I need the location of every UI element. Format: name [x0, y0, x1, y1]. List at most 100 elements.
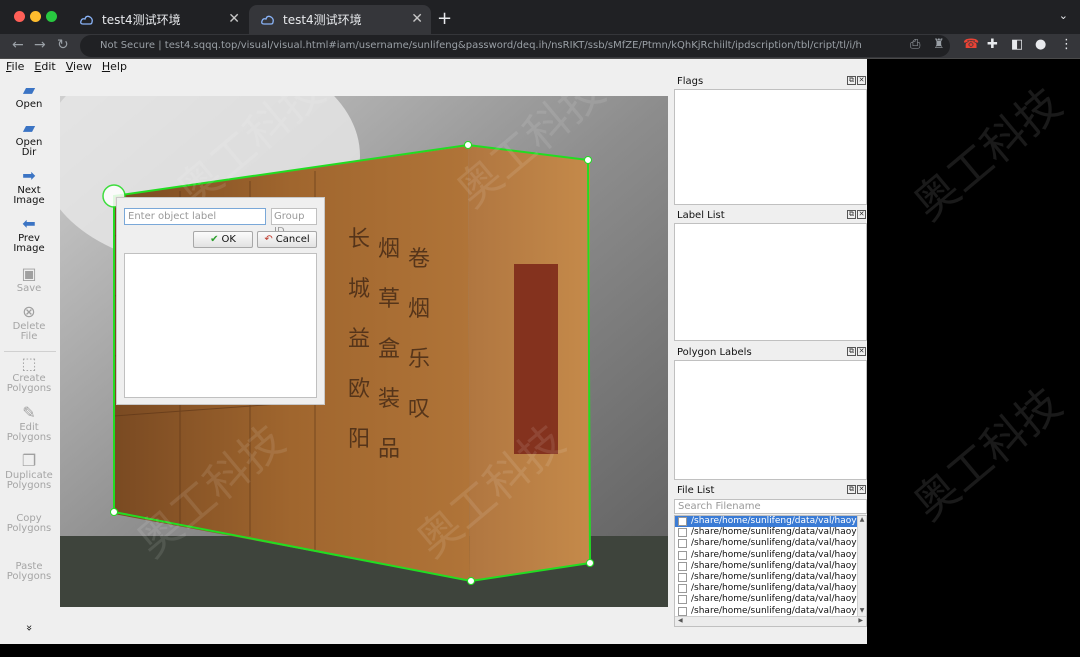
- horizontal-scrollbar[interactable]: ◀ ▶: [675, 616, 866, 626]
- file-list-widget[interactable]: /share/home/sunlifeng/data/val/haoy /sha…: [674, 515, 867, 627]
- checkbox[interactable]: [678, 606, 687, 616]
- checkbox[interactable]: [678, 595, 687, 605]
- float-icon[interactable]: ⧉: [847, 485, 856, 494]
- float-icon[interactable]: ⧉: [847, 210, 856, 219]
- dock-title-file-list: File List ⧉ ✕: [673, 484, 867, 498]
- copy-polygons-button[interactable]: Copy Polygons: [0, 514, 58, 534]
- svg-text:烟: 烟: [378, 237, 400, 262]
- list-item[interactable]: /share/home/sunlifeng/data/val/haoy: [675, 561, 857, 572]
- tab-title: test4测试环境: [102, 13, 181, 27]
- vertical-scrollbar[interactable]: ▲ ▼: [857, 516, 866, 616]
- dock-title-polygon-labels: Polygon Labels ⧉ ✕: [673, 346, 867, 360]
- ok-button[interactable]: ✔ OK: [193, 231, 253, 248]
- kebab-menu-icon[interactable]: ⋮: [1060, 37, 1073, 52]
- checkbox[interactable]: [678, 584, 687, 594]
- side-panel-icon[interactable]: ◧: [1011, 37, 1023, 52]
- red-extension-icon[interactable]: ☎: [963, 37, 979, 52]
- delete-file-label: Delete File: [12, 321, 46, 342]
- file-list-dock: File List ⧉ ✕ Search Filename /share/home…: [673, 484, 867, 627]
- forward-icon[interactable]: →: [34, 37, 46, 53]
- address-bar[interactable]: Not Secure | test4.sqqq.top/visual/visua…: [80, 35, 950, 57]
- label-list-title: Label List: [677, 210, 725, 221]
- close-icon[interactable]: ✕: [857, 347, 866, 356]
- svg-text:益: 益: [348, 327, 370, 352]
- prev-image-label: Prev Image: [13, 233, 45, 254]
- close-icon[interactable]: ✕: [857, 76, 866, 85]
- toolbar-extension-icon[interactable]: »: [23, 599, 36, 657]
- svg-text:烟: 烟: [408, 297, 430, 322]
- tab-search-chevron-icon[interactable]: ⌄: [1059, 9, 1068, 22]
- close-icon[interactable]: ✕: [857, 485, 866, 494]
- close-window-icon[interactable]: [14, 11, 25, 22]
- menu-bar: File Edit View Help: [0, 59, 867, 75]
- cancel-label: Cancel: [275, 234, 310, 245]
- flags-widget[interactable]: [674, 89, 867, 205]
- close-tab-icon[interactable]: ✕: [411, 11, 423, 27]
- close-icon[interactable]: ✕: [857, 210, 866, 219]
- svg-text:卷: 卷: [408, 247, 430, 272]
- list-item[interactable]: /share/home/sunlifeng/data/val/haoy: [675, 606, 857, 617]
- save-button[interactable]: ▣ Save: [0, 265, 58, 294]
- dock-title-label-list: Label List ⧉ ✕: [673, 209, 867, 223]
- close-tab-icon[interactable]: ✕: [228, 11, 240, 27]
- checkbox[interactable]: [678, 573, 687, 583]
- menu-help[interactable]: Help: [102, 59, 127, 75]
- group-id-input[interactable]: Group ID: [271, 208, 317, 237]
- list-item[interactable]: /share/home/sunlifeng/data/val/haoy: [675, 572, 857, 583]
- shirt-extension-icon[interactable]: ♜: [933, 37, 945, 52]
- duplicate-polygons-button[interactable]: ❐ Duplicate Polygons: [0, 452, 58, 491]
- open-dir-button[interactable]: ▰ Open Dir: [0, 119, 58, 158]
- label-list-widget[interactable]: [674, 223, 867, 341]
- list-item[interactable]: /share/home/sunlifeng/data/val/haoy: [675, 527, 857, 538]
- checkbox[interactable]: [678, 528, 687, 538]
- delete-file-button[interactable]: ⊗ Delete File: [0, 303, 58, 342]
- file-path: /share/home/sunlifeng/data/val/haoy: [691, 516, 857, 527]
- open-button[interactable]: ▰ Open: [0, 81, 58, 110]
- cloud-icon: [80, 15, 93, 25]
- reload-icon[interactable]: ↻: [57, 37, 69, 53]
- label-suggestion-list[interactable]: [124, 253, 317, 398]
- list-item[interactable]: /share/home/sunlifeng/data/val/haoy: [675, 538, 857, 549]
- cancel-button[interactable]: ↶ Cancel: [257, 231, 317, 248]
- search-filename-input[interactable]: Search Filename: [674, 499, 867, 514]
- create-polygons-button[interactable]: ⬚ Create Polygons: [0, 355, 58, 394]
- object-label-input[interactable]: Enter object label: [124, 208, 266, 225]
- list-item[interactable]: /share/home/sunlifeng/data/val/haoy: [675, 583, 857, 594]
- prev-image-button[interactable]: ⬅ Prev Image: [0, 215, 58, 254]
- checkbox[interactable]: [678, 550, 687, 560]
- extensions-puzzle-icon[interactable]: ✚: [987, 37, 998, 52]
- list-item[interactable]: /share/home/sunlifeng/data/val/haoy: [675, 516, 857, 528]
- create-polygons-icon: ⬚: [21, 354, 37, 373]
- edit-polygons-button[interactable]: ✎ Edit Polygons: [0, 404, 58, 443]
- next-image-label: Next Image: [13, 185, 45, 206]
- menu-edit[interactable]: Edit: [34, 59, 55, 75]
- float-icon[interactable]: ⧉: [847, 347, 856, 356]
- menu-view[interactable]: View: [66, 59, 92, 75]
- file-path: /share/home/sunlifeng/data/val/haoy: [691, 538, 857, 549]
- browser-tab-1[interactable]: test4测试环境 ✕: [68, 5, 248, 34]
- new-tab-button[interactable]: +: [437, 8, 452, 29]
- next-image-button[interactable]: ➡ Next Image: [0, 167, 58, 206]
- profile-icon[interactable]: ●: [1035, 37, 1046, 52]
- paste-polygons-button[interactable]: Paste Polygons: [0, 562, 58, 582]
- desktop-background: 奥工科技 奥工科技: [867, 59, 1080, 644]
- print-icon[interactable]: ⎙: [910, 37, 920, 52]
- svg-text:装: 装: [378, 387, 400, 412]
- watermark-text: 奥工科技: [904, 378, 1072, 531]
- checkbox[interactable]: [678, 539, 687, 549]
- maximize-window-icon[interactable]: [46, 11, 57, 22]
- checkbox[interactable]: [678, 517, 687, 527]
- list-item[interactable]: /share/home/sunlifeng/data/val/haoy: [675, 550, 857, 561]
- list-item[interactable]: /share/home/sunlifeng/data/val/haoy: [675, 594, 857, 605]
- minimize-window-icon[interactable]: [30, 11, 41, 22]
- file-path: /share/home/sunlifeng/data/val/haoy: [691, 560, 857, 571]
- checkbox[interactable]: [678, 561, 687, 571]
- svg-text:城: 城: [348, 277, 370, 302]
- browser-tab-2-active[interactable]: test4测试环境 ✕: [249, 5, 431, 34]
- back-icon[interactable]: ←: [12, 37, 24, 53]
- polygon-labels-widget[interactable]: [674, 360, 867, 480]
- save-label: Save: [16, 283, 42, 294]
- create-polygons-label: Create Polygons: [6, 373, 52, 394]
- menu-file[interactable]: File: [6, 59, 24, 75]
- float-icon[interactable]: ⧉: [847, 76, 856, 85]
